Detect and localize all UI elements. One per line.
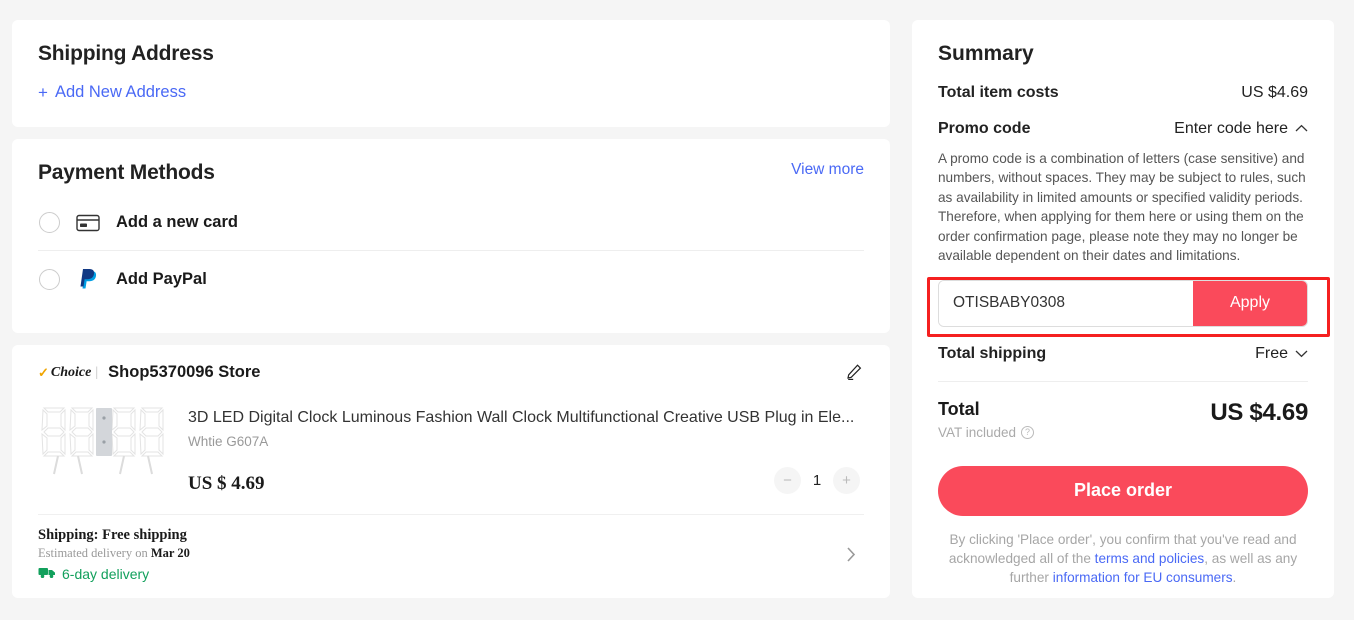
order-item-row: 3D LED Digital Clock Luminous Fashion Wa…	[38, 382, 864, 514]
choice-badge-label: Choice	[51, 365, 91, 381]
add-new-address-button[interactable]: + Add New Address	[38, 83, 186, 102]
shipping-address-title: Shipping Address	[38, 42, 864, 66]
promo-code-input[interactable]	[939, 281, 1193, 326]
payment-methods-card: Payment Methods View more Add a new card	[12, 139, 890, 333]
view-more-button[interactable]: View more	[791, 161, 864, 179]
promo-code-toggle-label: Enter code here	[1174, 120, 1288, 138]
order-item-info: 3D LED Digital Clock Luminous Fashion Wa…	[188, 394, 864, 496]
radio-paypal[interactable]	[39, 269, 60, 290]
add-new-address-label: Add New Address	[55, 83, 186, 102]
choice-divider: |	[95, 365, 98, 381]
help-icon[interactable]: ?	[1021, 426, 1034, 439]
payment-option-new-card[interactable]: Add a new card	[38, 195, 864, 251]
left-column: Shipping Address + Add New Address Payme…	[12, 0, 890, 620]
delivery-speed: 6-day delivery	[38, 566, 864, 582]
quantity-value: 1	[810, 472, 824, 489]
shipping-info-row[interactable]: Shipping: Free shipping Estimated delive…	[38, 514, 864, 598]
total-item-costs-row: Total item costs US $4.69	[938, 84, 1308, 102]
plus-icon: +	[38, 84, 48, 101]
eu-consumers-link[interactable]: information for EU consumers	[1053, 570, 1233, 585]
promo-code-form: Apply	[938, 280, 1308, 327]
total-shipping-value-wrap[interactable]: Free	[1255, 345, 1308, 363]
product-title[interactable]: 3D LED Digital Clock Luminous Fashion Wa…	[188, 408, 864, 428]
paypal-icon	[75, 269, 101, 289]
order-item-card: ✓Choice| Shop5370096 Store	[12, 345, 890, 598]
terms-text-part3: .	[1233, 570, 1237, 585]
truck-icon	[38, 566, 56, 582]
apply-promo-button[interactable]: Apply	[1193, 281, 1307, 326]
total-shipping-value: Free	[1255, 345, 1288, 363]
total-value: US $4.69	[1210, 399, 1308, 427]
payment-methods-title: Payment Methods	[38, 161, 215, 185]
vat-label: VAT included	[938, 425, 1016, 440]
total-shipping-label: Total shipping	[938, 345, 1046, 363]
total-left: Total VAT included ?	[938, 399, 1034, 442]
quantity-stepper: − 1 +	[774, 467, 860, 494]
radio-new-card[interactable]	[39, 212, 60, 233]
eta-date: Mar 20	[151, 546, 190, 560]
promo-code-label: Promo code	[938, 120, 1030, 138]
product-thumbnail[interactable]	[38, 394, 166, 488]
product-variant: Whtie G607A	[188, 434, 864, 449]
total-shipping-row[interactable]: Total shipping Free	[938, 345, 1308, 363]
place-order-button[interactable]: Place order	[938, 466, 1308, 516]
summary-divider	[938, 381, 1308, 382]
terms-notice: By clicking 'Place order', you confirm t…	[938, 530, 1308, 588]
pencil-icon[interactable]	[845, 363, 863, 386]
chevron-down-icon	[1295, 345, 1308, 363]
store-name[interactable]: Shop5370096 Store	[108, 363, 260, 382]
total-row: Total VAT included ? US $4.69	[938, 399, 1308, 442]
choice-check-icon: ✓	[38, 365, 49, 381]
delivery-speed-label: 6-day delivery	[62, 566, 149, 582]
quantity-decrease-button[interactable]: −	[774, 467, 801, 494]
payment-option-label: Add a new card	[116, 213, 238, 232]
chevron-up-icon	[1295, 120, 1308, 138]
summary-title: Summary	[938, 42, 1308, 66]
promo-code-toggle[interactable]: Enter code here	[1174, 120, 1308, 138]
summary-card: Summary Total item costs US $4.69 Promo …	[912, 20, 1334, 598]
promo-code-description: A promo code is a combination of letters…	[938, 149, 1308, 266]
checkout-page: Shipping Address + Add New Address Payme…	[0, 0, 1354, 620]
shipping-method-title: Shipping: Free shipping	[38, 527, 864, 544]
right-column: Summary Total item costs US $4.69 Promo …	[912, 0, 1334, 620]
eta-prefix: Estimated delivery on	[38, 546, 151, 560]
payment-option-label: Add PayPal	[116, 270, 207, 289]
total-item-costs-value: US $4.69	[1241, 84, 1308, 102]
terms-and-policies-link[interactable]: terms and policies	[1095, 551, 1205, 566]
payment-option-paypal[interactable]: Add PayPal	[38, 251, 864, 307]
payment-methods-header: Payment Methods View more	[38, 161, 864, 185]
total-label: Total	[938, 399, 1034, 420]
shipping-address-card: Shipping Address + Add New Address	[12, 20, 890, 127]
chevron-right-icon[interactable]	[846, 546, 856, 567]
choice-badge: ✓Choice|	[38, 365, 98, 381]
total-item-costs-label: Total item costs	[938, 84, 1059, 102]
vat-note: VAT included ?	[938, 425, 1034, 440]
credit-card-icon	[75, 213, 101, 233]
estimated-delivery: Estimated delivery on Mar 20	[38, 546, 864, 561]
store-row: ✓Choice| Shop5370096 Store	[38, 363, 864, 382]
quantity-increase-button[interactable]: +	[833, 467, 860, 494]
product-price: US $ 4.69	[188, 473, 864, 495]
promo-code-row[interactable]: Promo code Enter code here	[938, 120, 1308, 138]
